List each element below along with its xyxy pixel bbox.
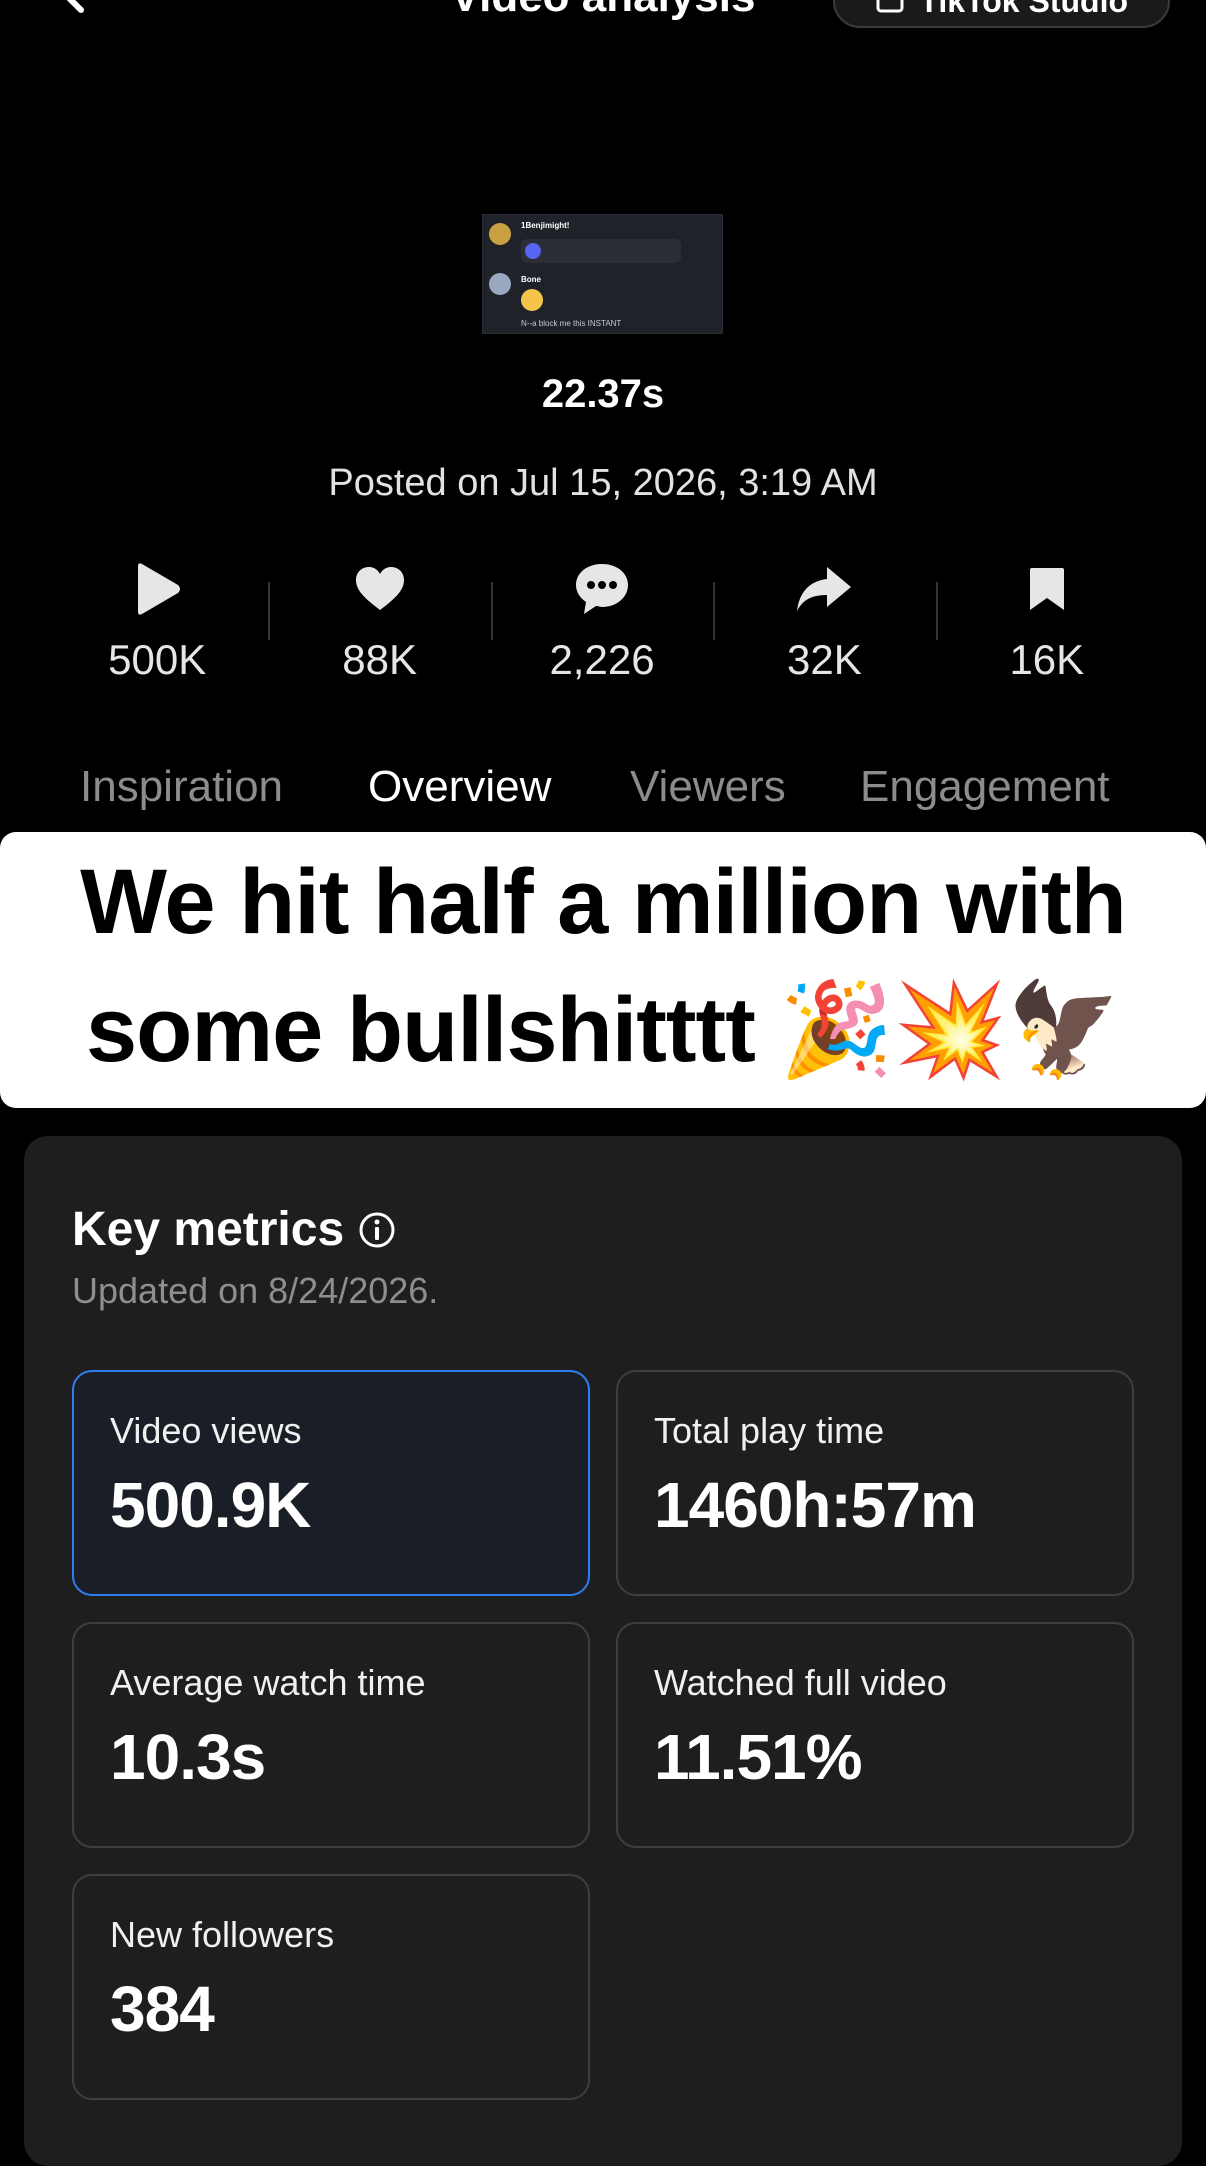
play-icon — [138, 563, 181, 615]
play-icon — [525, 243, 541, 259]
avatar — [489, 273, 511, 295]
stat-comments: 2,226 — [490, 556, 713, 696]
caption-line-2: some bullshitttt 🎉💥🦅 — [85, 979, 1121, 1081]
metric-value: 11.51% — [654, 1721, 863, 1793]
metric-watched-full-video[interactable]: Watched full video 11.51% — [616, 1622, 1134, 1848]
tab-engagement[interactable]: Engagement — [860, 762, 1110, 812]
audio-attachment — [521, 239, 681, 263]
share-icon — [797, 567, 852, 611]
stat-value: 88K — [342, 636, 417, 683]
posted-date: Posted on Jul 15, 2026, 3:19 AM — [328, 462, 878, 504]
thumb-message: N--a block me this INSTANT — [521, 319, 622, 328]
stat-value: 500K — [108, 636, 207, 683]
studio-icon — [876, 0, 904, 13]
stats-row: 500K 88K 2,226 32K 16K — [46, 556, 1158, 696]
updated-date: Updated on 8/24/2026. — [72, 1270, 439, 1311]
comment-icon — [576, 564, 629, 614]
tab-bar: Inspiration Overview Viewers Engagement — [0, 762, 1206, 826]
caption-line-1: We hit half a million with — [80, 851, 1127, 953]
video-thumbnail[interactable]: 1Benjimight! Bone N--a block me this INS… — [482, 214, 723, 334]
emoji-icon — [521, 289, 543, 311]
metric-label: Average watch time — [110, 1662, 426, 1703]
studio-button-label: TikTok Studio — [919, 0, 1128, 19]
key-metrics-heading: Key metrics — [72, 1202, 396, 1257]
caption-banner: We hit half a million with some bullshit… — [0, 832, 1206, 1108]
stat-likes: 88K — [268, 556, 490, 696]
metric-value: 500.9K — [110, 1469, 311, 1541]
stat-value: 16K — [1009, 636, 1085, 683]
metric-value: 1460h:57m — [654, 1469, 977, 1541]
stat-value: 32K — [787, 636, 862, 683]
metric-value: 384 — [110, 1973, 215, 2045]
thumb-username-1: 1Benjimight! — [521, 221, 570, 230]
metric-label: Watched full video — [654, 1662, 947, 1703]
tiktok-studio-button[interactable]: TikTok Studio — [833, 0, 1170, 28]
top-bar: Video analysis TikTok Studio — [0, 0, 1206, 40]
key-metrics-title: Key metrics — [72, 1203, 345, 1256]
key-metrics-card: Key metrics Updated on 8/24/2026. Video … — [24, 1136, 1182, 2166]
metric-new-followers[interactable]: New followers 384 — [72, 1874, 590, 2100]
metric-label: Video views — [110, 1410, 302, 1451]
heart-icon — [355, 567, 404, 610]
stat-views: 500K — [46, 556, 268, 696]
tab-inspiration[interactable]: Inspiration — [80, 762, 283, 812]
stat-shares: 32K — [713, 556, 935, 696]
avatar — [489, 223, 511, 245]
stat-saves: 16K — [935, 556, 1158, 696]
metric-label: New followers — [110, 1914, 335, 1955]
stat-value: 2,226 — [549, 636, 655, 683]
metric-label: Total play time — [654, 1410, 885, 1451]
info-icon[interactable] — [358, 1211, 396, 1249]
tab-overview[interactable]: Overview — [368, 762, 551, 812]
video-duration: 22.37s — [541, 372, 665, 416]
metric-total-play-time[interactable]: Total play time 1460h:57m — [616, 1370, 1134, 1596]
metric-video-views[interactable]: Video views 500.9K — [72, 1370, 590, 1596]
metric-value: 10.3s — [110, 1721, 266, 1793]
tab-viewers[interactable]: Viewers — [630, 762, 786, 812]
thumb-username-2: Bone — [521, 275, 541, 284]
metric-average-watch-time[interactable]: Average watch time 10.3s — [72, 1622, 590, 1848]
bookmark-icon — [1029, 568, 1064, 610]
